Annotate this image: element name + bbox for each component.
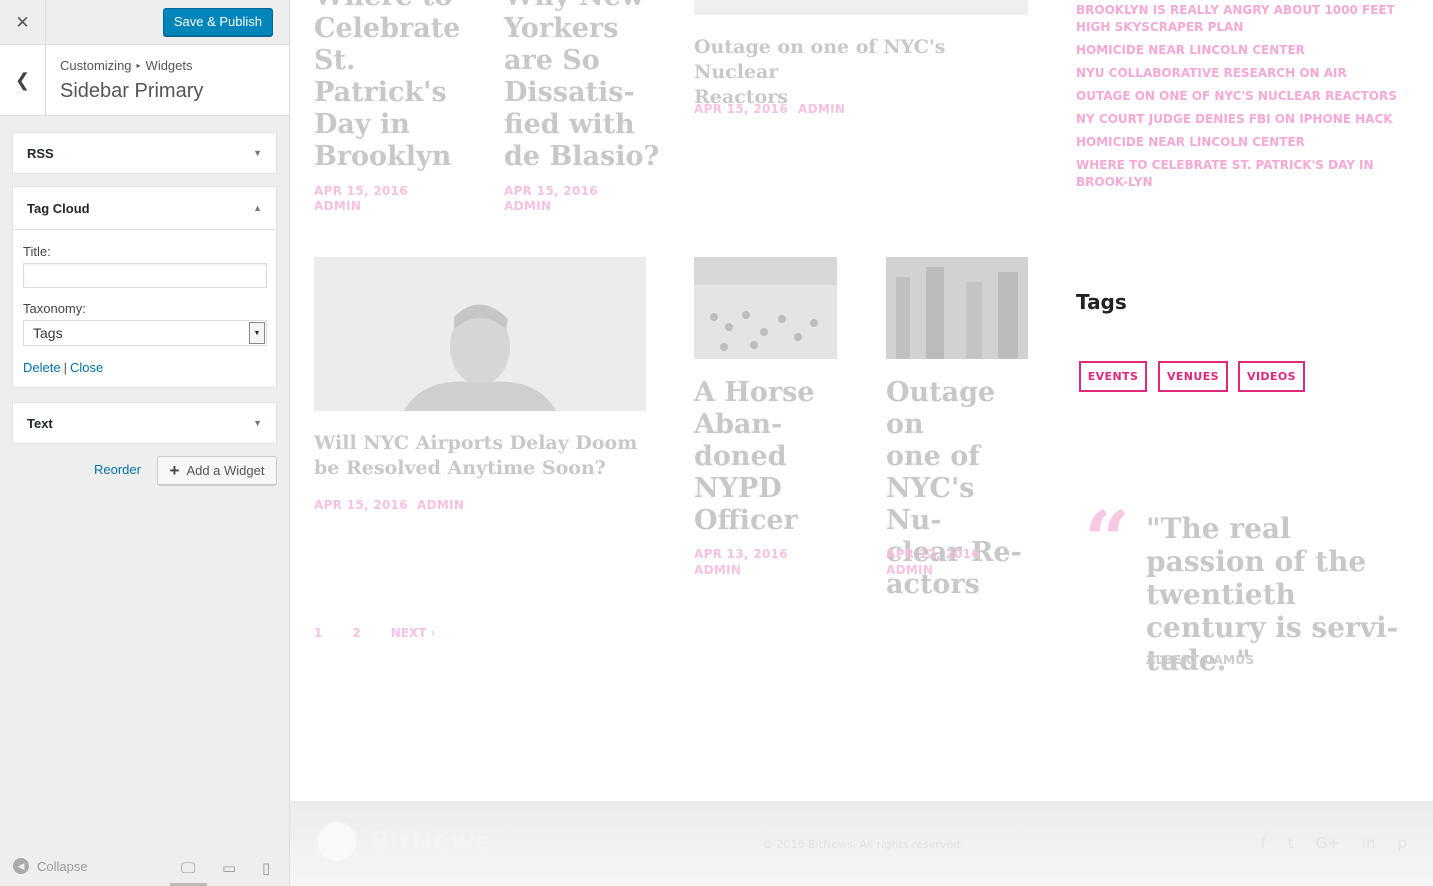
dropdown-arrow-icon[interactable]: ▼ <box>249 322 265 344</box>
tag-videos[interactable]: VIDEOS <box>1238 361 1305 392</box>
post-date[interactable]: APR 13, 2016 <box>694 547 788 561</box>
post-thumbnail[interactable] <box>694 257 837 359</box>
close-icon[interactable]: ✕ <box>0 0 46 45</box>
recent-post-link[interactable]: Where to Celebrate St. Patrick's Day in … <box>1076 157 1406 191</box>
separator: | <box>63 360 67 375</box>
section-header: ❮ Customizing ▸ Widgets Sidebar Primary <box>0 45 289 116</box>
quote-author: ALBERT CAMUS <box>1146 653 1255 667</box>
recent-post-link[interactable]: Brooklyn is Really Angry About 1000 Feet… <box>1076 2 1406 36</box>
city-night-photo <box>886 257 1028 359</box>
back-arrow-icon[interactable]: ❮ <box>0 45 46 115</box>
post-title[interactable]: A Horse Aban- doned NYPD Officer <box>694 377 844 537</box>
chevron-down-icon[interactable]: ▼ <box>253 148 262 158</box>
section-title: Sidebar Primary <box>60 80 204 102</box>
plus-icon: + <box>169 461 180 480</box>
customizer-panel: ✕ Save & Publish ❮ Customizing ▸ Widgets… <box>0 0 290 886</box>
logo-mark-icon <box>316 821 358 863</box>
breadcrumb-root: Customizing <box>60 58 132 73</box>
post-title[interactable]: Outage on one of NYC's Nuclear Reactors <box>694 35 1034 110</box>
tag-events[interactable]: EVENTS <box>1079 361 1147 392</box>
post-thumbnail[interactable] <box>694 0 1028 15</box>
facebook-icon[interactable]: f <box>1260 834 1265 852</box>
post-author[interactable]: ADMIN <box>694 563 741 577</box>
site-footer: BitNews © 2016 BitNews. All rights reser… <box>290 801 1433 886</box>
reorder-link[interactable]: Reorder <box>94 462 141 477</box>
pinterest-icon[interactable]: p <box>1397 834 1407 852</box>
post-author[interactable]: ADMIN <box>798 102 845 116</box>
add-widget-button[interactable]: + Add a Widget <box>157 456 277 485</box>
add-widget-label: Add a Widget <box>186 463 265 478</box>
post-thumbnail[interactable] <box>314 257 646 411</box>
chevron-down-icon[interactable]: ▼ <box>253 418 262 428</box>
close-link[interactable]: Close <box>70 360 103 375</box>
post-date[interactable]: APR 15, 2016 <box>504 184 598 198</box>
collapse-button[interactable]: ◀ Collapse <box>13 858 88 874</box>
widget-rss[interactable]: RSS ▼ <box>12 132 277 174</box>
widget-header[interactable]: Tag Cloud ▲ <box>13 187 276 230</box>
taxonomy-select[interactable]: Tags ▼ <box>23 320 267 346</box>
page-1-link[interactable]: 1 <box>314 626 322 640</box>
title-input[interactable] <box>23 263 267 288</box>
page-2-link[interactable]: 2 <box>352 626 360 640</box>
widget-title: RSS <box>27 145 54 161</box>
widget-text[interactable]: Text ▼ <box>12 402 277 444</box>
recent-post-link[interactable]: Homicide Near Lincoln Center <box>1076 42 1406 59</box>
breadcrumb: Customizing ▸ Widgets <box>60 58 193 73</box>
pagination: 1 2 NEXT › <box>314 626 436 640</box>
post-title[interactable]: Why New Yorkers are So Dissatis- fied wi… <box>504 0 674 173</box>
taxonomy-label: Taxonomy: <box>23 301 86 316</box>
widget-tag-cloud: Tag Cloud ▲ Title: Taxonomy: Tags ▼ Dele… <box>12 186 277 388</box>
quote-mark-icon: “ <box>1084 493 1131 587</box>
recent-post-link[interactable]: Homicide Near Lincoln Center <box>1076 134 1406 151</box>
next-page-link[interactable]: NEXT › <box>391 626 436 640</box>
footer-logo[interactable]: BitNews <box>316 821 490 863</box>
twitter-icon[interactable]: t <box>1288 834 1294 852</box>
tablet-preview-icon[interactable]: ▭ <box>222 859 236 877</box>
footer-copyright: © 2016 BitNews. All rights reserved. <box>762 838 964 851</box>
recent-posts-list: Brooklyn is Really Angry About 1000 Feet… <box>1076 2 1406 197</box>
google-plus-icon[interactable]: G+ <box>1316 834 1340 852</box>
recent-post-link[interactable]: Outage on one of NYC's Nuclear Reactors <box>1076 88 1406 105</box>
breadcrumb-separator-icon: ▸ <box>136 61 141 70</box>
portrait-photo <box>314 257 646 411</box>
post-date[interactable]: APR 15, 2016 <box>314 498 408 512</box>
widget-title: Text <box>27 415 53 431</box>
customizer-footer: ◀ Collapse 🖵 ▭ ▯ <box>0 846 290 886</box>
collapse-label: Collapse <box>37 858 88 874</box>
post-date[interactable]: APR 15, 2016 <box>694 102 788 116</box>
post-thumbnail[interactable] <box>886 257 1028 359</box>
tag-venues[interactable]: VENUES <box>1158 361 1228 392</box>
chevron-up-icon[interactable]: ▲ <box>253 203 262 213</box>
widget-title: Tag Cloud <box>27 200 90 216</box>
post-date[interactable]: APR 15, 2016 <box>314 184 408 198</box>
customizer-header: ✕ Save & Publish <box>0 0 289 45</box>
save-publish-button[interactable]: Save & Publish <box>162 8 273 36</box>
desktop-preview-icon[interactable]: 🖵 <box>169 859 209 886</box>
post-title[interactable]: Will NYC Airports Delay Doom be Resolved… <box>314 431 654 481</box>
post-author[interactable]: ADMIN <box>417 498 464 512</box>
post-date[interactable]: APR 12, 2016 <box>886 547 980 561</box>
title-label: Title: <box>23 244 51 259</box>
recent-post-link[interactable]: NYU Collaborative Research on Air <box>1076 65 1406 82</box>
post-author[interactable]: ADMIN <box>504 199 551 213</box>
taxonomy-selected-value: Tags <box>33 325 63 341</box>
recent-post-link[interactable]: NY Court Judge Denies FBI on iPhone Hack <box>1076 111 1406 128</box>
crowd-photo <box>694 257 837 359</box>
mobile-preview-icon[interactable]: ▯ <box>262 859 270 877</box>
post-title[interactable]: Where to Celebrate St. Patrick's Day in … <box>314 0 484 173</box>
post-author[interactable]: ADMIN <box>886 563 933 577</box>
breadcrumb-current: Widgets <box>145 58 193 73</box>
linkedin-icon[interactable]: in <box>1362 834 1376 852</box>
post-author[interactable]: ADMIN <box>314 199 361 213</box>
tags-widget-title: Tags <box>1076 290 1127 314</box>
delete-link[interactable]: Delete <box>23 360 61 375</box>
logo-text: BitNews <box>370 827 491 857</box>
site-preview: Where to Celebrate St. Patrick's Day in … <box>290 0 1433 886</box>
social-links: f t G+ in p <box>1260 834 1407 852</box>
collapse-arrow-icon: ◀ <box>13 858 29 874</box>
